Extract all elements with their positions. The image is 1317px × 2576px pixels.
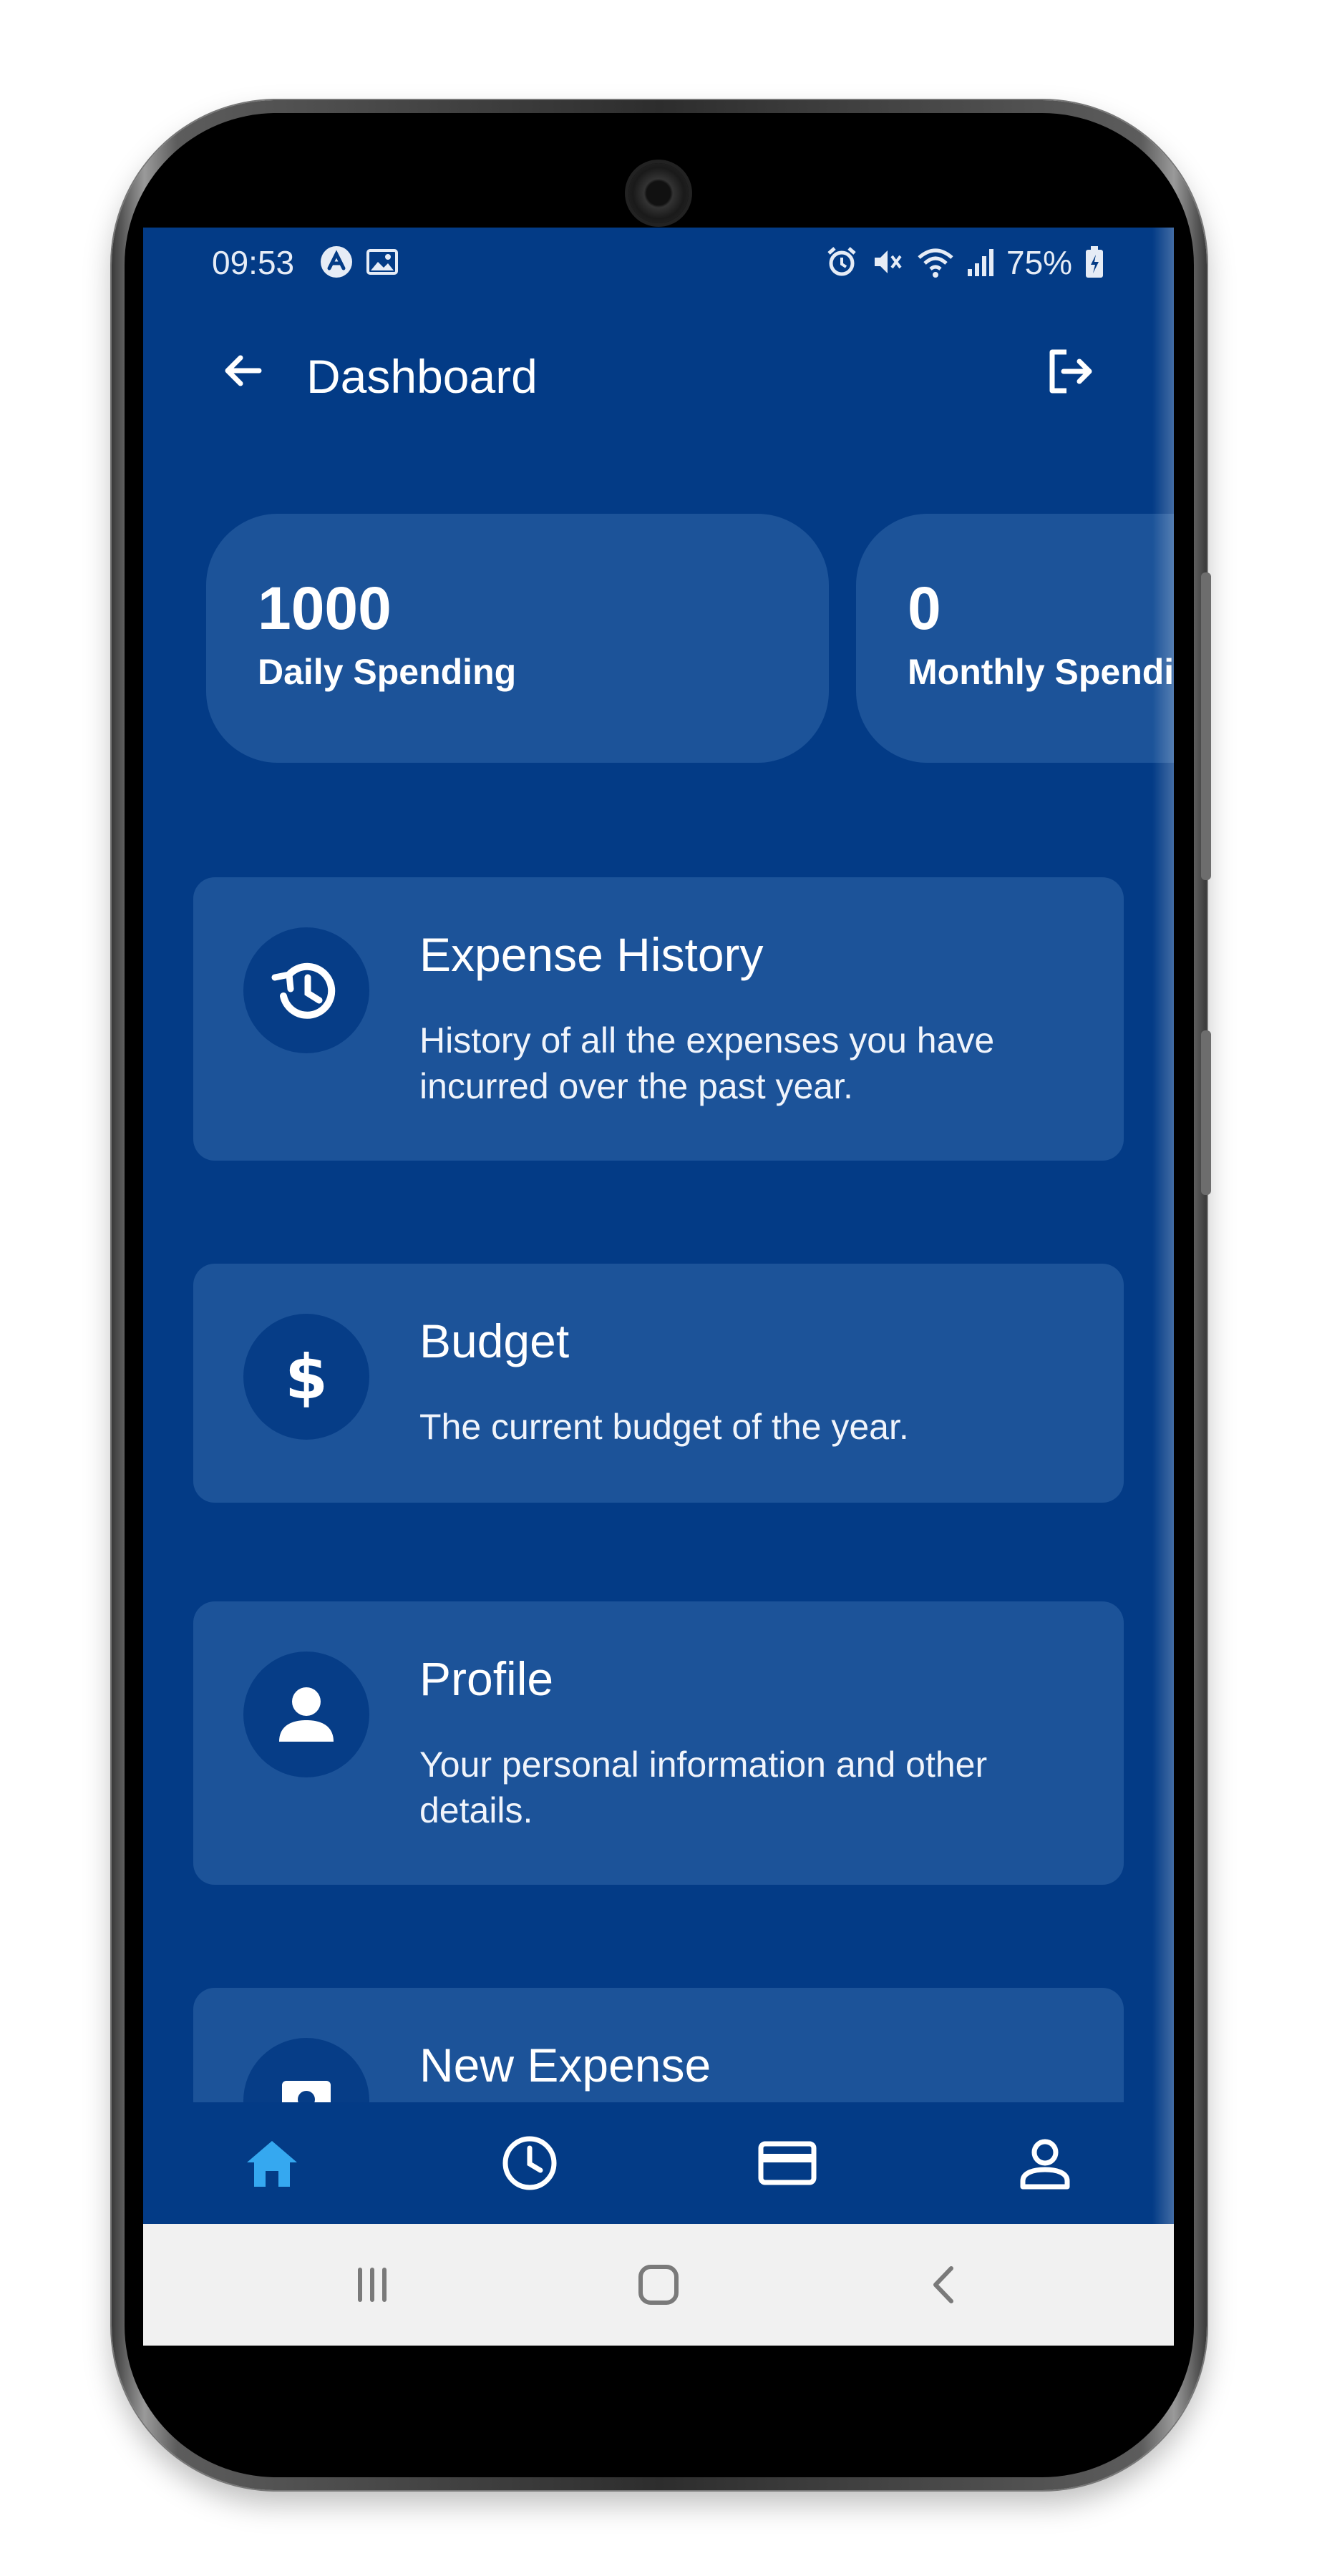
- profile-icon: [1020, 2139, 1070, 2190]
- nav-profile[interactable]: [1013, 2131, 1077, 2195]
- new-expense-title: New Expense: [419, 2039, 711, 2092]
- clock-icon: [502, 2136, 557, 2190]
- system-back-icon[interactable]: [920, 2260, 970, 2310]
- nav-payments[interactable]: [755, 2131, 820, 2195]
- power-button: [1201, 1030, 1211, 1195]
- profile-card[interactable]: Profile Your personal information and ot…: [193, 1601, 1124, 1885]
- volume-button: [1201, 572, 1211, 880]
- profile-description: Your personal information and other deta…: [419, 1745, 988, 1830]
- status-bar: 09:53 75%: [143, 228, 1174, 292]
- signal-icon: [968, 249, 993, 276]
- recents-icon[interactable]: [347, 2260, 397, 2310]
- app-bar: Dashboard: [143, 321, 1174, 414]
- budget-icon-circle: $: [243, 1314, 369, 1440]
- history-icon-circle: [243, 927, 369, 1053]
- home-icon: [247, 2141, 297, 2187]
- monthly-spending-label: Monthly Spending: [908, 652, 1174, 692]
- monthly-spending-value: 0: [908, 575, 941, 642]
- system-navigation-bar: [143, 2224, 1174, 2346]
- app-notification-icon: [321, 246, 352, 278]
- back-arrow-icon[interactable]: [215, 342, 272, 399]
- daily-spending-value: 1000: [258, 575, 392, 642]
- mute-icon: [875, 250, 902, 273]
- budget-title: Budget: [419, 1314, 570, 1367]
- daily-spending-label: Daily Spending: [258, 652, 517, 692]
- front-camera: [628, 163, 689, 223]
- profile-icon-circle: [243, 1652, 369, 1777]
- budget-card[interactable]: $ Budget The current budget of the year.: [193, 1264, 1124, 1503]
- battery-icon: [1086, 246, 1103, 278]
- battery-percentage: 75%: [1006, 244, 1073, 281]
- daily-spending-card[interactable]: 1000 Daily Spending: [206, 514, 829, 763]
- monthly-spending-card[interactable]: 0 Monthly Spending: [856, 514, 1174, 763]
- system-home-icon[interactable]: [633, 2260, 684, 2310]
- bottom-navigation: [143, 2102, 1174, 2224]
- history-icon: [271, 962, 336, 1019]
- svg-text:$: $: [285, 1342, 328, 1413]
- credit-card-icon: [758, 2141, 817, 2185]
- alarm-icon: [827, 247, 856, 276]
- app-screen: 09:53 75% Dashboard 1000 Daily Spending …: [143, 228, 1174, 2346]
- image-notification-icon: [366, 249, 398, 275]
- profile-title: Profile: [419, 1652, 554, 1705]
- nav-history[interactable]: [497, 2131, 562, 2195]
- logout-icon[interactable]: [1038, 339, 1102, 404]
- expense-history-description: History of all the expenses you have inc…: [419, 1020, 995, 1106]
- person-icon: [279, 1687, 334, 1742]
- status-time: 09:53: [212, 244, 295, 281]
- dollar-icon: $: [285, 1342, 328, 1413]
- budget-description: The current budget of the year.: [419, 1407, 909, 1447]
- expense-history-card[interactable]: Expense History History of all the expen…: [193, 877, 1124, 1161]
- wifi-icon: [918, 248, 953, 278]
- nav-home[interactable]: [240, 2131, 304, 2195]
- page-title: Dashboard: [306, 350, 538, 403]
- expense-history-title: Expense History: [419, 928, 764, 981]
